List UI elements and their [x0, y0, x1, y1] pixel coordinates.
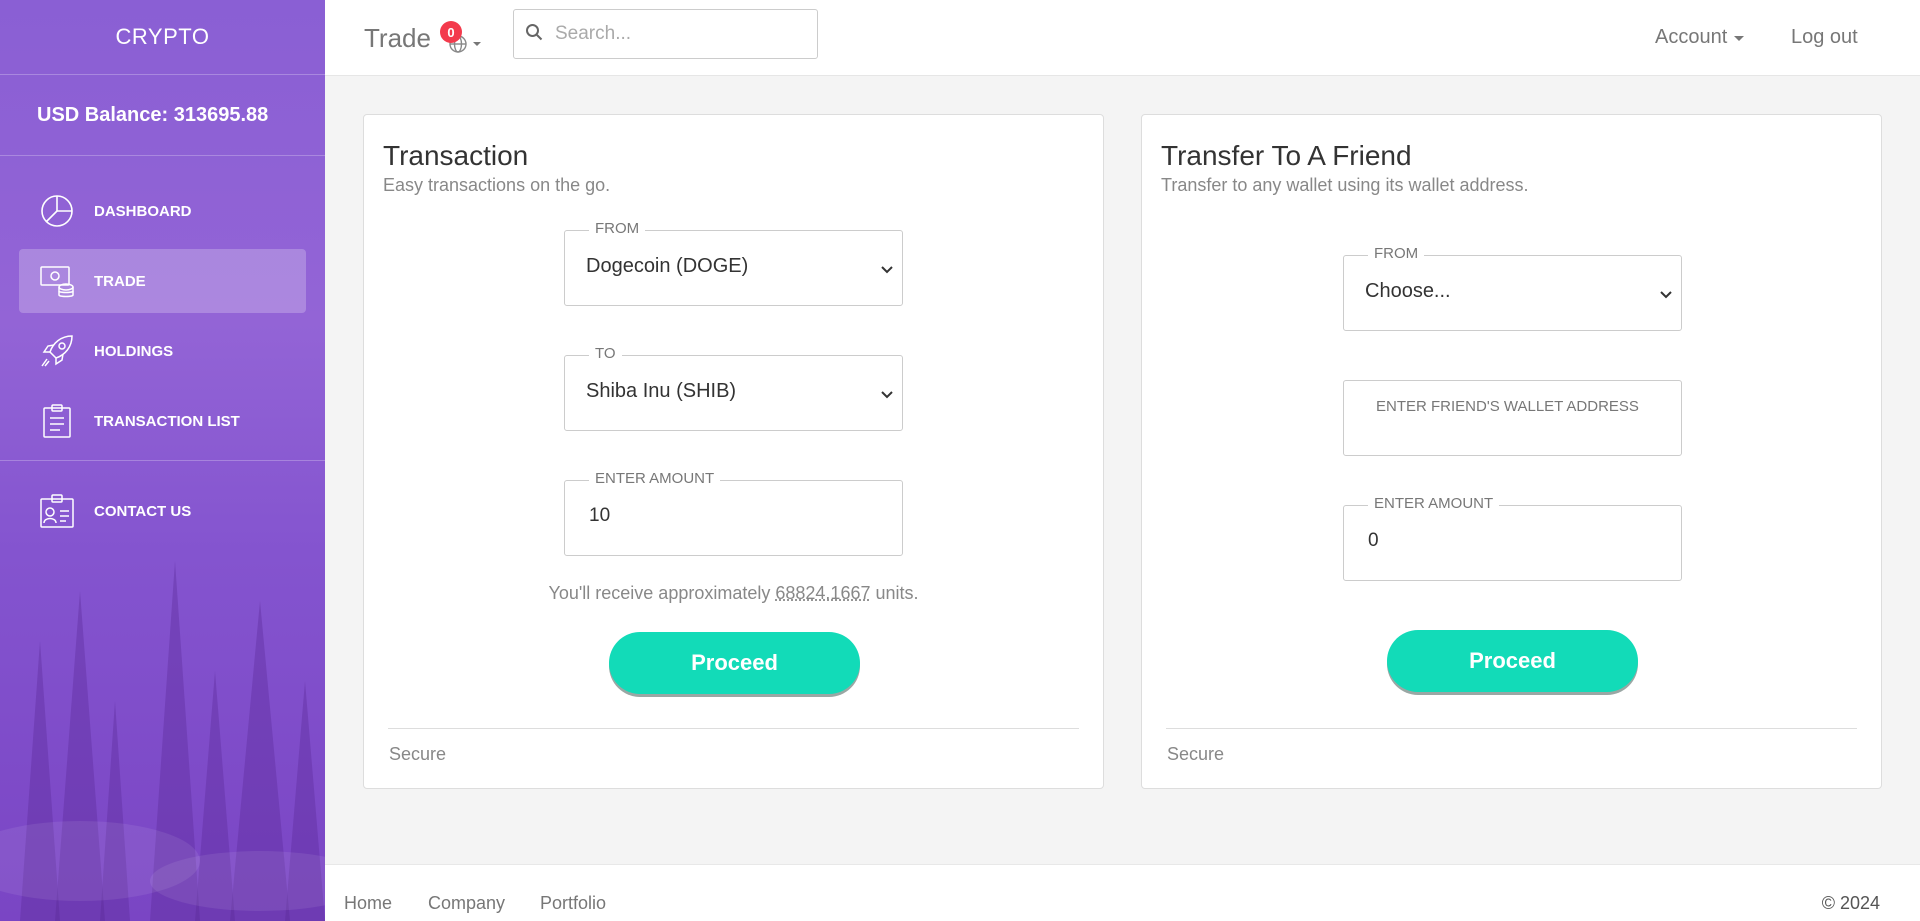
chevron-down-icon — [1660, 286, 1672, 304]
search-icon — [525, 23, 543, 46]
amount-value: 10 — [589, 505, 611, 526]
amount-value: 0 — [1368, 530, 1379, 551]
transfer-card: Transfer To A Friend Transfer to any wal… — [1141, 114, 1882, 789]
wallet-address-placeholder: ENTER FRIEND'S WALLET ADDRESS — [1376, 398, 1639, 415]
selected-value: Dogecoin (DOGE) — [586, 255, 749, 277]
proceed-button[interactable]: Proceed — [609, 632, 860, 694]
transfer-amount-input[interactable]: ENTER AMOUNT 0 — [1343, 495, 1682, 581]
receive-prefix: You'll receive approximately — [548, 583, 771, 603]
id-badge-icon — [39, 493, 75, 529]
from-currency-select[interactable]: FROM Dogecoin (DOGE) — [564, 220, 903, 306]
footer-link-portfolio[interactable]: Portfolio — [540, 893, 606, 914]
sidebar-item-label: HOLDINGS — [94, 342, 174, 360]
card-subtitle: Transfer to any wallet using its wallet … — [1161, 175, 1529, 195]
card-title: Transaction — [383, 140, 529, 171]
sidebar-item-contact-us[interactable]: CONTACT US — [19, 479, 306, 543]
card-divider — [388, 728, 1079, 729]
sidebar-item-label: CONTACT US — [94, 502, 192, 520]
card-title: Transfer To A Friend — [1161, 140, 1412, 171]
notifications-dropdown[interactable]: 0 — [440, 21, 481, 58]
sidebar-item-label: TRANSACTION LIST — [94, 412, 240, 430]
receive-suffix: units. — [875, 583, 919, 603]
field-label: TO — [589, 345, 622, 362]
sidebar-item-trade[interactable]: TRADE — [19, 249, 306, 313]
chevron-down-icon — [473, 42, 481, 46]
brand-logo[interactable]: CRYPTO — [0, 0, 325, 75]
card-subtitle: Easy transactions on the go. — [383, 175, 611, 195]
selected-value: Shiba Inu (SHIB) — [586, 380, 737, 402]
rocket-icon — [39, 333, 75, 369]
money-coins-icon — [39, 263, 75, 299]
receive-estimate: You'll receive approximately 68824.1667 … — [364, 583, 1103, 604]
account-label: Account — [1655, 26, 1728, 48]
chevron-down-icon — [881, 386, 893, 404]
pie-chart-icon — [39, 193, 75, 229]
sidebar: CRYPTO USD Balance: 313695.88 DASHBOARD — [0, 0, 325, 921]
usd-balance: USD Balance: 313695.88 — [0, 75, 325, 156]
copyright: © 2024 — [1821, 893, 1880, 913]
footer-link-home[interactable]: Home — [344, 893, 392, 914]
card-footer: Secure — [389, 744, 447, 764]
transaction-card: Transaction Easy transactions on the go.… — [363, 114, 1104, 789]
chevron-down-icon — [1734, 36, 1745, 41]
sidebar-item-transaction-list[interactable]: TRANSACTION LIST — [19, 389, 306, 453]
page-title: Trade — [364, 23, 431, 53]
from-wallet-select[interactable]: FROM Choose... — [1343, 245, 1682, 331]
sidebar-divider — [0, 460, 325, 461]
field-label: FROM — [589, 220, 646, 237]
top-navbar: Trade 0 Account Log out — [325, 0, 1920, 76]
receive-amount: 68824.1667 — [775, 583, 871, 603]
field-label: FROM — [1368, 245, 1425, 262]
selected-value: Choose... — [1365, 280, 1451, 302]
wallet-address-input[interactable]: ENTER FRIEND'S WALLET ADDRESS — [1343, 380, 1682, 456]
card-footer: Secure — [1167, 744, 1225, 764]
field-label: ENTER AMOUNT — [589, 470, 721, 487]
sidebar-item-label: DASHBOARD — [94, 202, 192, 220]
field-label: ENTER AMOUNT — [1368, 495, 1500, 512]
sidebar-nav: DASHBOARD TRADE HOLDINGS TRANSACTION LIS… — [0, 156, 325, 543]
clipboard-icon — [39, 403, 75, 439]
to-currency-select[interactable]: TO Shiba Inu (SHIB) — [564, 345, 903, 431]
chevron-down-icon — [881, 261, 893, 279]
sidebar-item-label: TRADE — [94, 272, 146, 290]
page-footer: Home Company Portfolio © 2024 — [325, 864, 1920, 921]
footer-link-company[interactable]: Company — [428, 893, 505, 914]
logout-link[interactable]: Log out — [1791, 26, 1858, 49]
transfer-proceed-button[interactable]: Proceed — [1387, 630, 1638, 692]
notification-badge: 0 — [440, 21, 462, 43]
amount-input[interactable]: ENTER AMOUNT 10 — [564, 470, 903, 556]
search-box[interactable] — [513, 9, 818, 59]
account-dropdown[interactable]: Account — [1655, 26, 1745, 49]
sidebar-item-holdings[interactable]: HOLDINGS — [19, 319, 306, 383]
sidebar-item-dashboard[interactable]: DASHBOARD — [19, 179, 306, 243]
search-input[interactable] — [555, 23, 795, 45]
card-divider — [1166, 728, 1857, 729]
